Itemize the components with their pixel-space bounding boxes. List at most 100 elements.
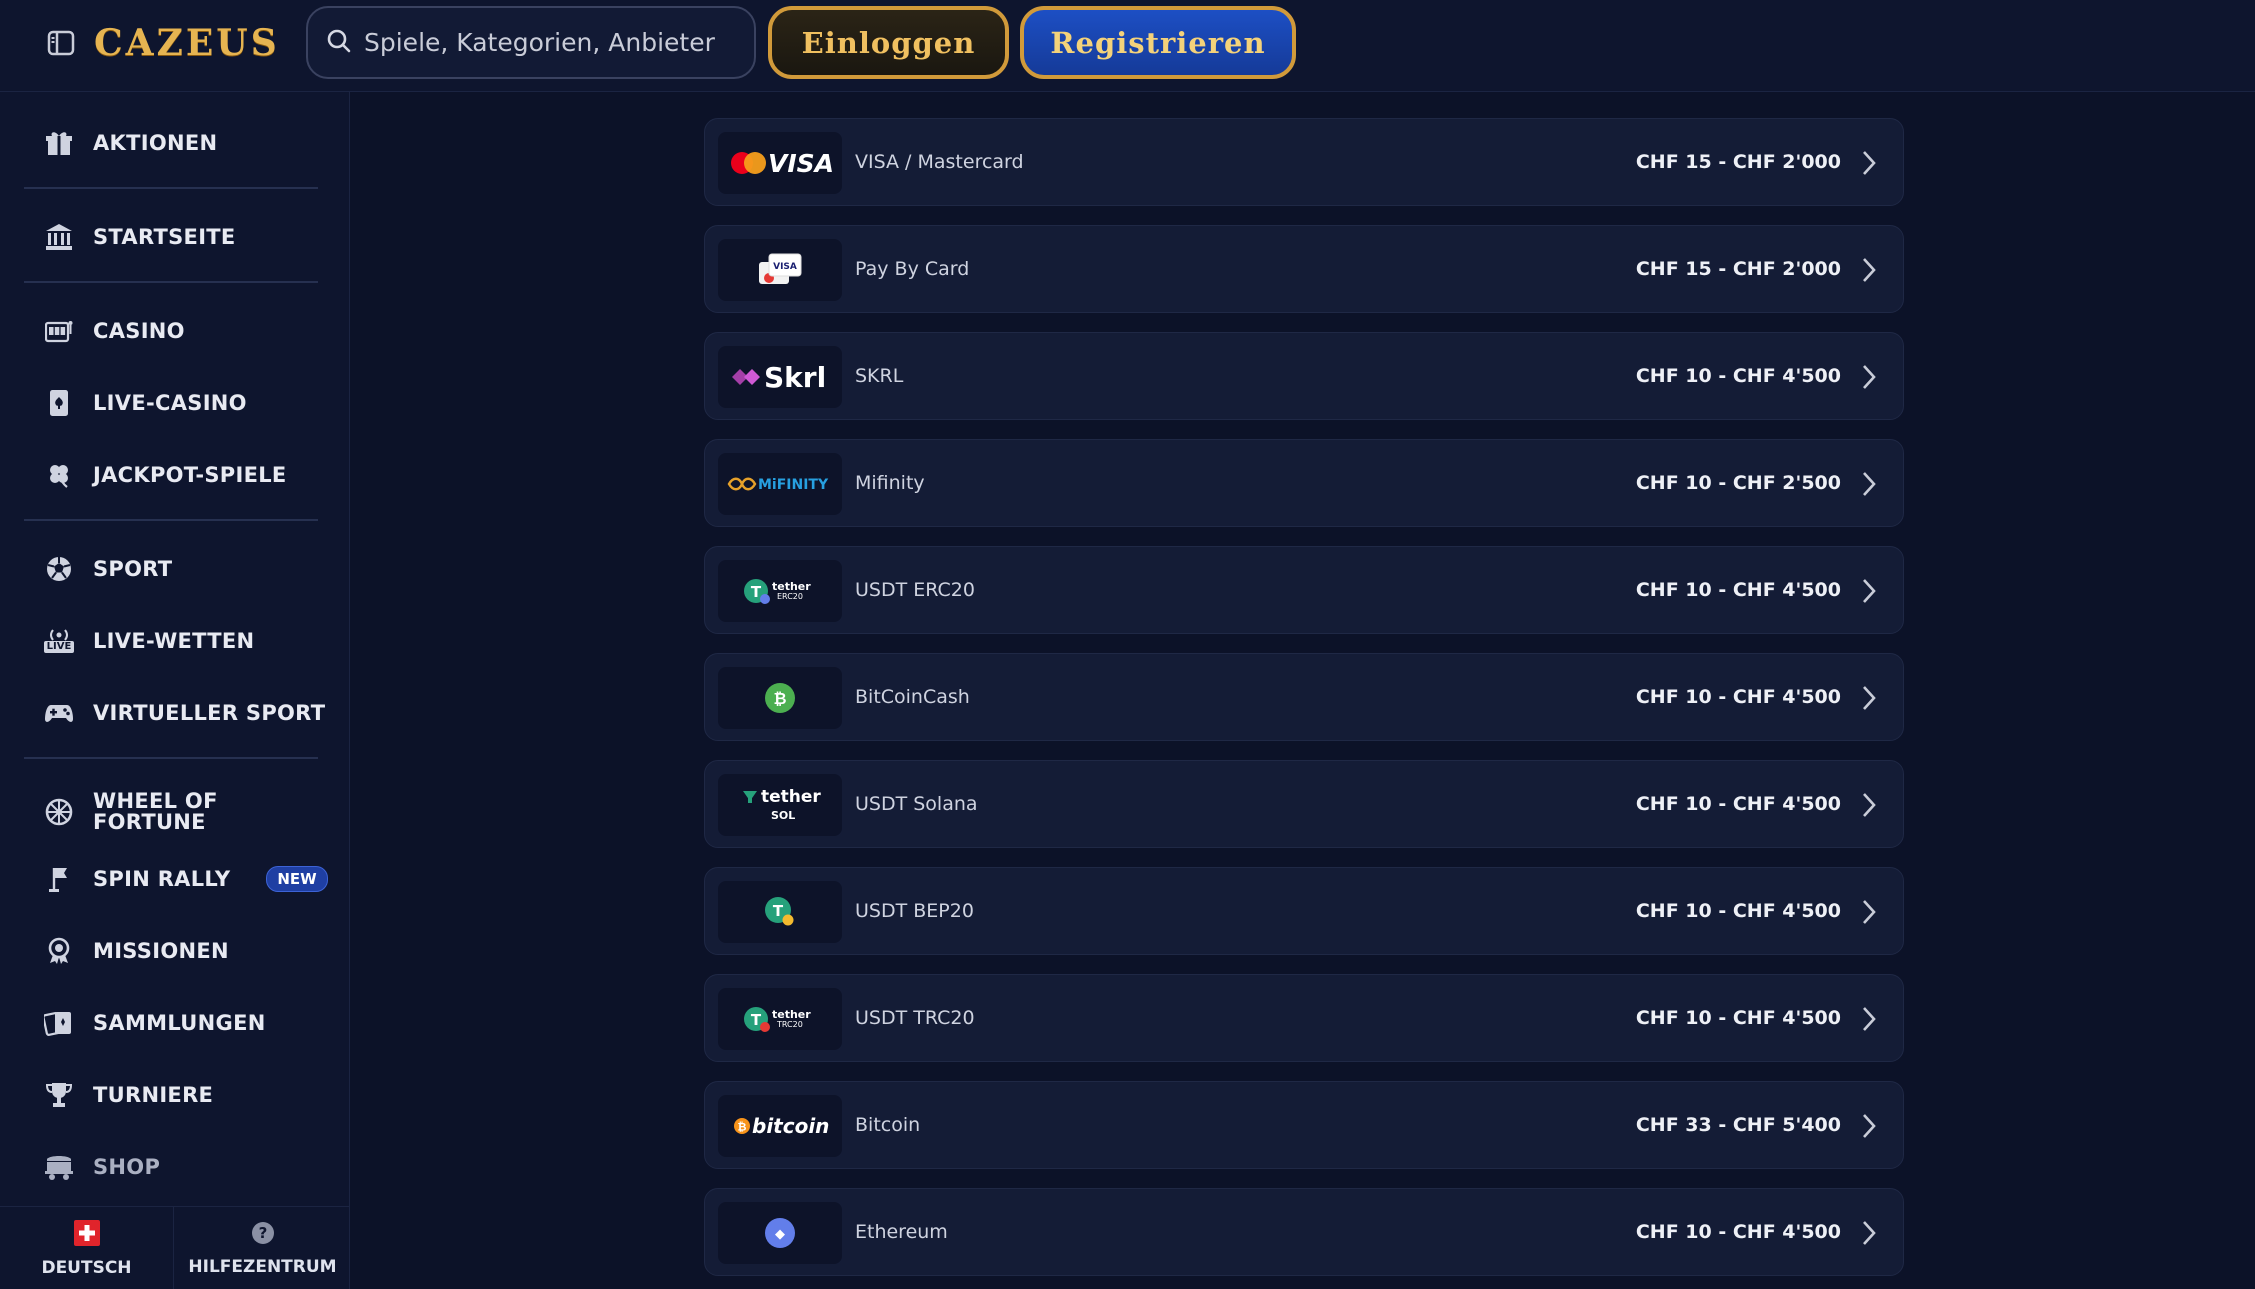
payment-range: CHF 15 - CHF 2'000 bbox=[1635, 151, 1841, 173]
sidebar-item-turniere[interactable]: TURNIERE bbox=[44, 1075, 213, 1115]
sidebar-item-sport[interactable]: SPORT bbox=[44, 549, 172, 589]
sidebar-item-sammlungen[interactable]: SAMMLUNGEN bbox=[44, 1003, 266, 1043]
visa-logo-text: VISA bbox=[773, 262, 797, 272]
payment-row-pay-by-card[interactable]: VISA Pay By Card CHF 15 - CHF 2'000 bbox=[704, 225, 1904, 313]
payment-row-usdt-solana[interactable]: tether SOL USDT Solana CHF 10 - CHF 4'500 bbox=[704, 760, 1904, 848]
payment-name: Pay By Card bbox=[855, 258, 970, 280]
register-button[interactable]: Registrieren bbox=[1020, 6, 1296, 79]
sidebar-item-label: CASINO bbox=[93, 318, 185, 343]
payment-range: CHF 10 - CHF 4'500 bbox=[1635, 686, 1841, 708]
sidebar-item-missionen[interactable]: MISSIONEN bbox=[44, 931, 229, 971]
bank-icon bbox=[44, 222, 74, 252]
payment-row-skrl[interactable]: Skrl SKRL CHF 10 - CHF 4'500 bbox=[704, 332, 1904, 420]
svg-text:?: ? bbox=[258, 1224, 267, 1242]
skrill-logo-text: Skrl bbox=[764, 361, 826, 394]
chevron-right-icon bbox=[1863, 365, 1876, 389]
wheel-icon bbox=[44, 797, 74, 827]
cards-collection-icon bbox=[44, 1008, 74, 1038]
payment-row-bitcoincash[interactable]: ₿ BitCoinCash CHF 10 - CHF 4'500 bbox=[704, 653, 1904, 741]
payment-name: SKRL bbox=[855, 365, 904, 387]
payment-row-mifinity[interactable]: MiFINITY Mifinity CHF 10 - CHF 2'500 bbox=[704, 439, 1904, 527]
payment-range: CHF 10 - CHF 4'500 bbox=[1635, 1221, 1841, 1243]
help-center-link[interactable]: ? HILFEZENTRUM bbox=[175, 1207, 350, 1289]
search-input[interactable] bbox=[364, 28, 744, 57]
sidebar-item-label: TURNIERE bbox=[93, 1082, 214, 1107]
sidebar-item-spin-rally[interactable]: SPIN RALLY NEW bbox=[44, 859, 328, 899]
network-logo-text: ERC20 bbox=[777, 592, 803, 601]
payment-name: Ethereum bbox=[855, 1221, 948, 1243]
live-tag: LIVE bbox=[43, 641, 75, 653]
soccer-ball-icon bbox=[44, 554, 74, 584]
network-logo-text: TRC20 bbox=[776, 1020, 803, 1029]
payment-range: CHF 10 - CHF 4'500 bbox=[1635, 1007, 1841, 1029]
sidebar-footer: DEUTSCH ? HILFEZENTRUM bbox=[0, 1206, 350, 1289]
mifinity-logo: MiFINITY bbox=[718, 453, 842, 515]
sidebar-item-label: SPIN RALLY bbox=[93, 866, 231, 891]
search-box[interactable] bbox=[306, 6, 756, 79]
trophy-icon bbox=[44, 1080, 74, 1110]
payment-range: CHF 10 - CHF 4'500 bbox=[1635, 900, 1841, 922]
language-label: DEUTSCH bbox=[41, 1257, 132, 1278]
sidebar-item-label: SHOP bbox=[93, 1154, 161, 1179]
sidebar-item-aktionen[interactable]: AKTIONEN bbox=[44, 123, 217, 163]
sidebar-item-live-wetten[interactable]: LIVE LIVE-WETTEN bbox=[43, 621, 254, 661]
sidebar-item-live-casino[interactable]: LIVE-CASINO bbox=[44, 383, 247, 423]
sidebar-item-jackpot-spiele[interactable]: JACKPOT-SPIELE bbox=[44, 455, 287, 495]
sidebar-item-casino[interactable]: CASINO bbox=[44, 311, 185, 351]
payment-range: CHF 10 - CHF 4'500 bbox=[1635, 793, 1841, 815]
gift-icon bbox=[44, 128, 74, 158]
sidebar-divider bbox=[24, 281, 318, 283]
chevron-right-icon bbox=[1863, 258, 1876, 282]
sidebar-divider bbox=[24, 519, 318, 521]
payment-name: Mifinity bbox=[855, 472, 925, 494]
chevron-right-icon bbox=[1863, 1114, 1876, 1138]
payment-row-visa-mastercard[interactable]: VISA VISA / Mastercard CHF 15 - CHF 2'00… bbox=[704, 118, 1904, 206]
chevron-right-icon bbox=[1863, 793, 1876, 817]
live-broadcast-icon: LIVE bbox=[43, 626, 75, 656]
new-badge: NEW bbox=[266, 866, 328, 892]
flag-icon bbox=[44, 864, 74, 894]
language-selector[interactable]: DEUTSCH bbox=[0, 1207, 174, 1289]
help-icon: ? bbox=[251, 1221, 275, 1249]
payment-row-usdt-erc20[interactable]: Ttether ERC20 USDT ERC20 CHF 10 - CHF 4'5… bbox=[704, 546, 1904, 634]
sidebar-item-label: JACKPOT-SPIELE bbox=[93, 462, 287, 487]
tether-logo-text: tether bbox=[761, 787, 821, 807]
bitcoin-cash-logo: ₿ bbox=[718, 667, 842, 729]
tether-sol-logo: tether SOL bbox=[718, 774, 842, 836]
payment-name: Bitcoin bbox=[855, 1114, 921, 1136]
sidebar-item-label: SPORT bbox=[93, 556, 173, 581]
network-logo-text: SOL bbox=[771, 809, 795, 822]
payment-range: CHF 33 - CHF 5'400 bbox=[1635, 1114, 1841, 1136]
sidebar-toggle-icon[interactable] bbox=[46, 28, 76, 58]
payment-name: USDT Solana bbox=[855, 793, 978, 815]
bitcoin-cash-symbol: ₿ bbox=[773, 689, 786, 708]
visa-mastercard-logo: VISA bbox=[718, 132, 842, 194]
tether-erc20-logo: Ttether ERC20 bbox=[718, 560, 842, 622]
ethereum-logo: ◆ bbox=[718, 1202, 842, 1264]
sidebar-item-label: STARTSEITE bbox=[93, 224, 236, 249]
chevron-right-icon bbox=[1863, 151, 1876, 175]
login-button[interactable]: Einloggen bbox=[768, 6, 1009, 79]
sidebar-item-startseite[interactable]: STARTSEITE bbox=[44, 217, 236, 257]
payment-row-usdt-bep20[interactable]: T USDT BEP20 CHF 10 - CHF 4'500 bbox=[704, 867, 1904, 955]
payment-range: CHF 10 - CHF 4'500 bbox=[1635, 579, 1841, 601]
search-icon bbox=[326, 28, 352, 58]
sidebar-item-wheel-of-fortune[interactable]: WHEEL OF FORTUNE bbox=[44, 785, 243, 839]
sidebar-item-label: WHEEL OF FORTUNE bbox=[93, 789, 218, 834]
chevron-right-icon bbox=[1863, 686, 1876, 710]
sidebar-item-shop[interactable]: SHOP bbox=[44, 1147, 160, 1187]
sidebar-item-label: MISSIONEN bbox=[93, 938, 229, 963]
payment-row-usdt-trc20[interactable]: Ttether TRC20 USDT TRC20 CHF 10 - CHF 4'5… bbox=[704, 974, 1904, 1062]
tether-symbol: T bbox=[773, 902, 784, 920]
sidebar-item-label: LIVE-CASINO bbox=[93, 390, 247, 415]
sidebar-item-virtueller-sport[interactable]: VIRTUELLER SPORT bbox=[44, 693, 325, 733]
payment-row-bitcoin[interactable]: ₿ bitcoin Bitcoin CHF 33 - CHF 5'400 bbox=[704, 1081, 1904, 1169]
payment-range: CHF 10 - CHF 4'500 bbox=[1635, 365, 1841, 387]
chevron-right-icon bbox=[1863, 900, 1876, 924]
cazeus-logo[interactable]: CAZEUS bbox=[94, 20, 280, 66]
clover-icon bbox=[44, 460, 74, 490]
payment-row-ethereum[interactable]: ◆ Ethereum CHF 10 - CHF 4'500 bbox=[704, 1188, 1904, 1276]
sidebar-divider bbox=[24, 757, 318, 759]
payment-name: USDT BEP20 bbox=[855, 900, 974, 922]
tether-bep20-logo: T bbox=[718, 881, 842, 943]
